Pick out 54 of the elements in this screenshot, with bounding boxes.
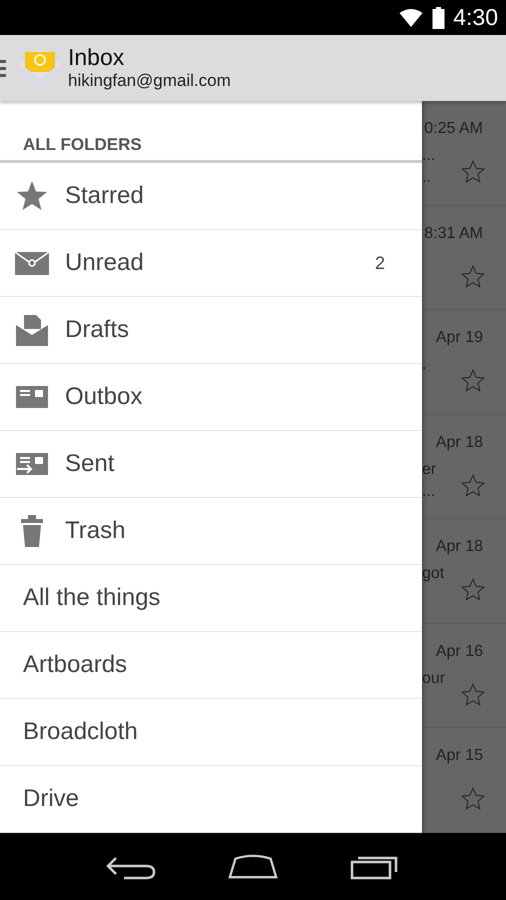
folder-item[interactable]: Trash xyxy=(0,498,422,565)
star-icon xyxy=(15,179,49,213)
folder-label: Trash xyxy=(65,517,126,545)
menu-icon[interactable] xyxy=(0,58,6,78)
star-icon[interactable] xyxy=(460,264,486,290)
section-header: ALL FOLDERS xyxy=(23,135,142,155)
folder-label: Unread xyxy=(65,249,144,277)
folder-item[interactable]: Artboards xyxy=(0,632,422,699)
star-icon[interactable] xyxy=(460,577,486,603)
recent-apps-icon[interactable] xyxy=(350,854,400,880)
folder-label: Outbox xyxy=(65,383,142,411)
message-snippet: ... xyxy=(422,482,436,500)
message-snippet: got xyxy=(422,565,444,582)
message-date: Apr 19 xyxy=(436,329,483,347)
folder-item[interactable]: Outbox xyxy=(0,364,422,431)
mailbox-title: Inbox xyxy=(68,44,126,70)
star-icon[interactable] xyxy=(460,682,486,708)
star-icon[interactable] xyxy=(460,472,486,498)
message-snippet: our xyxy=(422,670,446,686)
folder-item[interactable]: Drafts xyxy=(0,297,422,364)
folder-label: Broadcloth xyxy=(23,718,138,746)
account-email: hikingfan@gmail.com xyxy=(68,70,231,92)
unread-count: 2 xyxy=(374,252,385,274)
folder-label: Starred xyxy=(65,182,144,210)
open-envelope-icon xyxy=(15,313,49,347)
folder-label: Drafts xyxy=(65,316,130,344)
message-snippet: ... xyxy=(422,147,436,164)
message-date: 8:31 AM xyxy=(424,224,483,242)
clock: 4:30 xyxy=(453,4,498,31)
message-date: 0:25 AM xyxy=(424,120,483,138)
folder-item[interactable]: Broadcloth xyxy=(0,699,422,766)
message-snippet: er xyxy=(422,460,436,478)
home-icon[interactable] xyxy=(228,854,278,880)
battery-icon xyxy=(432,6,446,28)
message-date: Apr 18 xyxy=(436,434,483,452)
message-date: Apr 18 xyxy=(436,538,483,556)
message-date: Apr 16 xyxy=(436,642,483,660)
message-date: Apr 15 xyxy=(436,747,483,765)
back-icon[interactable] xyxy=(106,854,156,880)
folder-label: Sent xyxy=(65,450,114,478)
folder-item[interactable]: Starred xyxy=(0,163,422,230)
folder-item[interactable]: Sent xyxy=(0,431,422,498)
message-snippet: . xyxy=(422,356,426,373)
folder-item[interactable]: Unread 2 xyxy=(0,230,422,297)
star-icon[interactable] xyxy=(460,368,486,394)
folder-label: Artboards xyxy=(23,651,128,679)
folder-label: All the things xyxy=(23,584,160,612)
envelope-icon xyxy=(19,48,61,88)
star-icon[interactable] xyxy=(460,159,486,185)
folder-item[interactable]: All the things xyxy=(0,565,422,632)
star-icon[interactable] xyxy=(460,786,486,812)
wifi-icon xyxy=(398,8,424,28)
message-snippet: .. xyxy=(422,169,431,186)
folder-label: Drive xyxy=(23,785,80,813)
